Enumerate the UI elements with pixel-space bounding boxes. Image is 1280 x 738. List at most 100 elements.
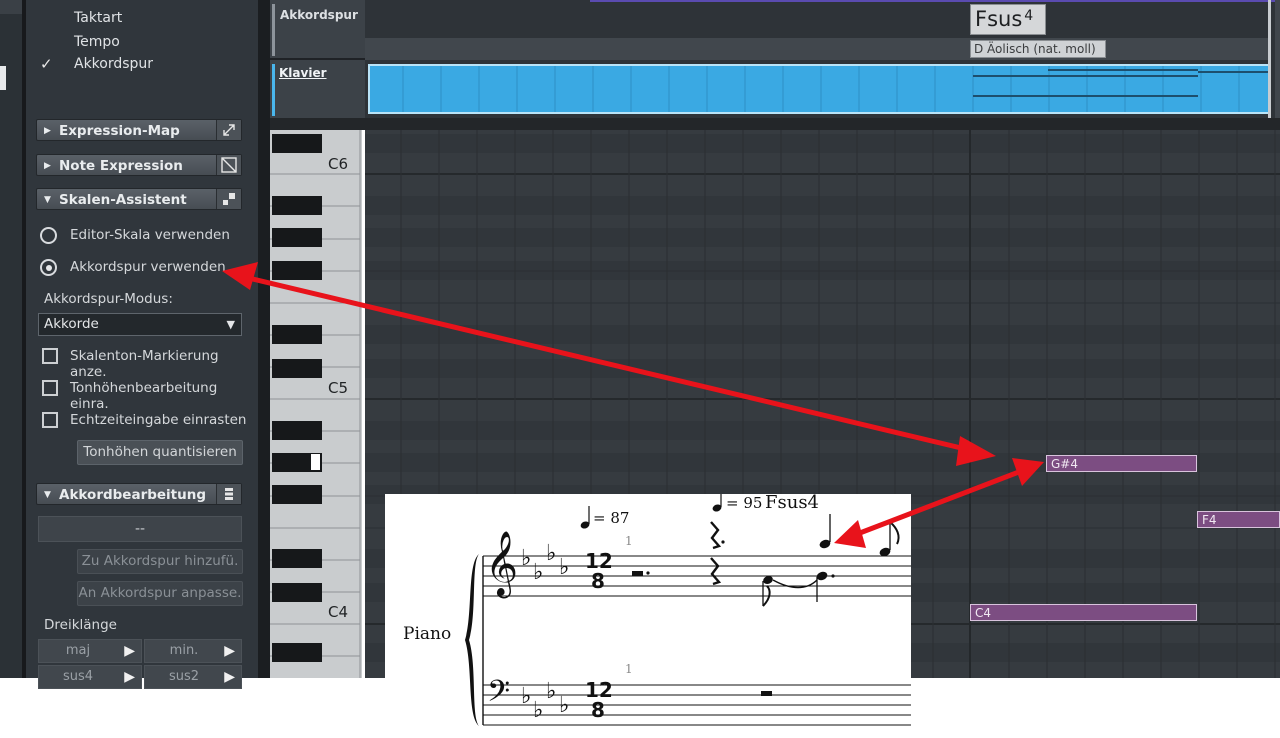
zone-toggle[interactable] bbox=[0, 66, 6, 90]
playhead[interactable] bbox=[1268, 0, 1271, 120]
scale-lane bbox=[365, 38, 1270, 60]
track-header-chord[interactable]: Akkordspur bbox=[270, 0, 365, 60]
triad-sus2-button[interactable]: sus2 ▶ bbox=[144, 665, 242, 689]
play-icon[interactable]: ▶ bbox=[124, 640, 135, 662]
chord-extension: 4 bbox=[1024, 8, 1034, 24]
quantize-pitches-button[interactable]: Tonhöhen quantisieren bbox=[77, 440, 243, 465]
radio-label: Akkordspur verwenden bbox=[70, 259, 226, 275]
expand-arrow-icon: ▶ bbox=[44, 126, 51, 136]
dropdown-value: Akkorde bbox=[44, 316, 99, 332]
scale-event[interactable]: D Äolisch (nat. moll) bbox=[970, 40, 1106, 58]
checkbox-live-input-snap[interactable] bbox=[42, 412, 58, 428]
black-key[interactable] bbox=[272, 359, 322, 378]
checkbox-label: Tonhöhenbearbeitung einra. bbox=[70, 380, 218, 412]
section-expression-map[interactable]: ▶ Expression-Map bbox=[36, 119, 242, 141]
chord-track-lane[interactable] bbox=[365, 0, 1280, 62]
menu-item-tempo[interactable]: Tempo bbox=[74, 34, 120, 50]
play-icon[interactable]: ▶ bbox=[224, 640, 235, 662]
time-sig-denominator: 8 bbox=[591, 698, 605, 722]
radio-editor-scale[interactable] bbox=[40, 227, 57, 244]
flat-icon: ♭ bbox=[533, 560, 544, 585]
triad-maj-button[interactable]: maj ▶ bbox=[38, 639, 142, 663]
mode-label: Akkordspur-Modus: bbox=[44, 291, 173, 307]
flat-icon: ♭ bbox=[559, 555, 570, 580]
chord-track-range bbox=[590, 0, 1280, 2]
section-label: Skalen-Assistent bbox=[59, 192, 187, 208]
triad-label: min. bbox=[169, 643, 199, 658]
section-scale-assistant[interactable]: ▼ Skalen-Assistent bbox=[36, 188, 242, 210]
divider bbox=[270, 118, 1280, 130]
flat-icon: ♭ bbox=[546, 679, 557, 704]
menu-item-akkordspur[interactable]: Akkordspur bbox=[74, 56, 153, 72]
scrollbar[interactable] bbox=[1275, 0, 1280, 120]
black-key[interactable] bbox=[272, 134, 322, 153]
track-color-strip bbox=[272, 4, 275, 56]
expand-icon[interactable] bbox=[216, 120, 241, 140]
track-header-piano[interactable]: Klavier bbox=[270, 60, 365, 118]
time-sig-numerator: 12 bbox=[585, 549, 613, 573]
black-key[interactable] bbox=[272, 196, 322, 215]
measure-number: 1 bbox=[625, 534, 633, 548]
triad-label: sus4 bbox=[62, 669, 94, 684]
chord-editing-icon[interactable] bbox=[216, 484, 241, 504]
menu-item-taktart[interactable]: Taktart bbox=[74, 10, 122, 26]
play-icon[interactable]: ▶ bbox=[124, 666, 135, 688]
black-key[interactable] bbox=[272, 485, 322, 504]
triads-label: Dreiklänge bbox=[44, 617, 117, 633]
play-icon[interactable]: ▶ bbox=[224, 666, 235, 688]
checkbox-label: Skalenton-Markierung anze. bbox=[70, 348, 219, 380]
track-color-strip bbox=[272, 64, 275, 116]
chevron-down-icon: ▼ bbox=[226, 318, 235, 331]
black-key[interactable] bbox=[272, 261, 322, 280]
adapt-to-chord-track-button[interactable]: An Akkordspur anpasse. bbox=[77, 581, 243, 606]
key-label-c5: C5 bbox=[328, 379, 349, 397]
menu-item-label: Taktart bbox=[74, 10, 123, 26]
black-key[interactable] bbox=[272, 583, 322, 602]
collapse-arrow-icon: ▼ bbox=[44, 195, 51, 205]
menu-item-label: Tempo bbox=[74, 34, 120, 50]
tempo-marking-2: = 95 bbox=[726, 494, 763, 512]
piano-keyboard[interactable]: C6 C5 C4 bbox=[270, 130, 362, 678]
triad-label: maj bbox=[65, 643, 91, 658]
section-note-expression[interactable]: ▶ Note Expression bbox=[36, 154, 242, 176]
key-label-c6: C6 bbox=[328, 155, 349, 173]
triad-min-button[interactable]: min. ▶ bbox=[144, 639, 242, 663]
track-name: Klavier bbox=[279, 66, 327, 80]
midi-note-gsharp4[interactable]: G#4 bbox=[1046, 455, 1197, 472]
scale-assistant-icon[interactable] bbox=[216, 189, 241, 209]
add-to-chord-track-button[interactable]: Zu Akkordspur hinzufü. bbox=[77, 549, 243, 574]
bass-clef-icon: 𝄢 bbox=[487, 675, 511, 716]
active-key-indicator bbox=[311, 454, 320, 470]
divider bbox=[258, 0, 270, 678]
section-label: Note Expression bbox=[59, 158, 183, 174]
chord-display-field[interactable]: -- bbox=[38, 516, 242, 542]
triad-sus4-button[interactable]: sus4 ▶ bbox=[38, 665, 142, 689]
section-chord-editing[interactable]: ▼ Akkordbearbeitung bbox=[36, 483, 242, 505]
tempo-marking-1: = 87 bbox=[593, 509, 630, 527]
black-key[interactable] bbox=[272, 228, 322, 247]
black-key[interactable] bbox=[272, 549, 322, 568]
flat-icon: ♭ bbox=[533, 698, 544, 723]
track-name: Akkordspur bbox=[280, 8, 358, 22]
checkmark-icon: ✓ bbox=[40, 55, 53, 73]
toolbar-fragment bbox=[0, 0, 22, 14]
radio-chord-track[interactable] bbox=[40, 259, 57, 276]
chord-event[interactable]: Fsus 4 bbox=[970, 4, 1046, 35]
checkbox-scale-marking[interactable] bbox=[42, 348, 58, 364]
section-label: Akkordbearbeitung bbox=[59, 487, 207, 503]
black-key[interactable] bbox=[272, 421, 322, 440]
menu-item-label: Akkordspur bbox=[74, 56, 154, 72]
checkbox-pitch-snap[interactable] bbox=[42, 380, 58, 396]
time-sig-denominator: 8 bbox=[591, 569, 605, 593]
chord-track-mode-dropdown[interactable]: Akkorde ▼ bbox=[38, 313, 242, 336]
radio-label: Editor-Skala verwenden bbox=[70, 227, 230, 243]
checkbox-label: Echtzeiteingabe einrasten bbox=[70, 412, 247, 428]
midi-part[interactable] bbox=[368, 64, 1270, 114]
expand-arrow-icon: ▶ bbox=[44, 161, 51, 171]
collapse-arrow-icon: ▼ bbox=[44, 490, 51, 500]
note-expression-icon[interactable] bbox=[216, 155, 241, 175]
midi-note-f4[interactable]: F4 bbox=[1197, 511, 1280, 528]
midi-note-c4[interactable]: C4 bbox=[970, 604, 1197, 621]
black-key[interactable] bbox=[272, 643, 322, 662]
black-key[interactable] bbox=[272, 325, 322, 344]
